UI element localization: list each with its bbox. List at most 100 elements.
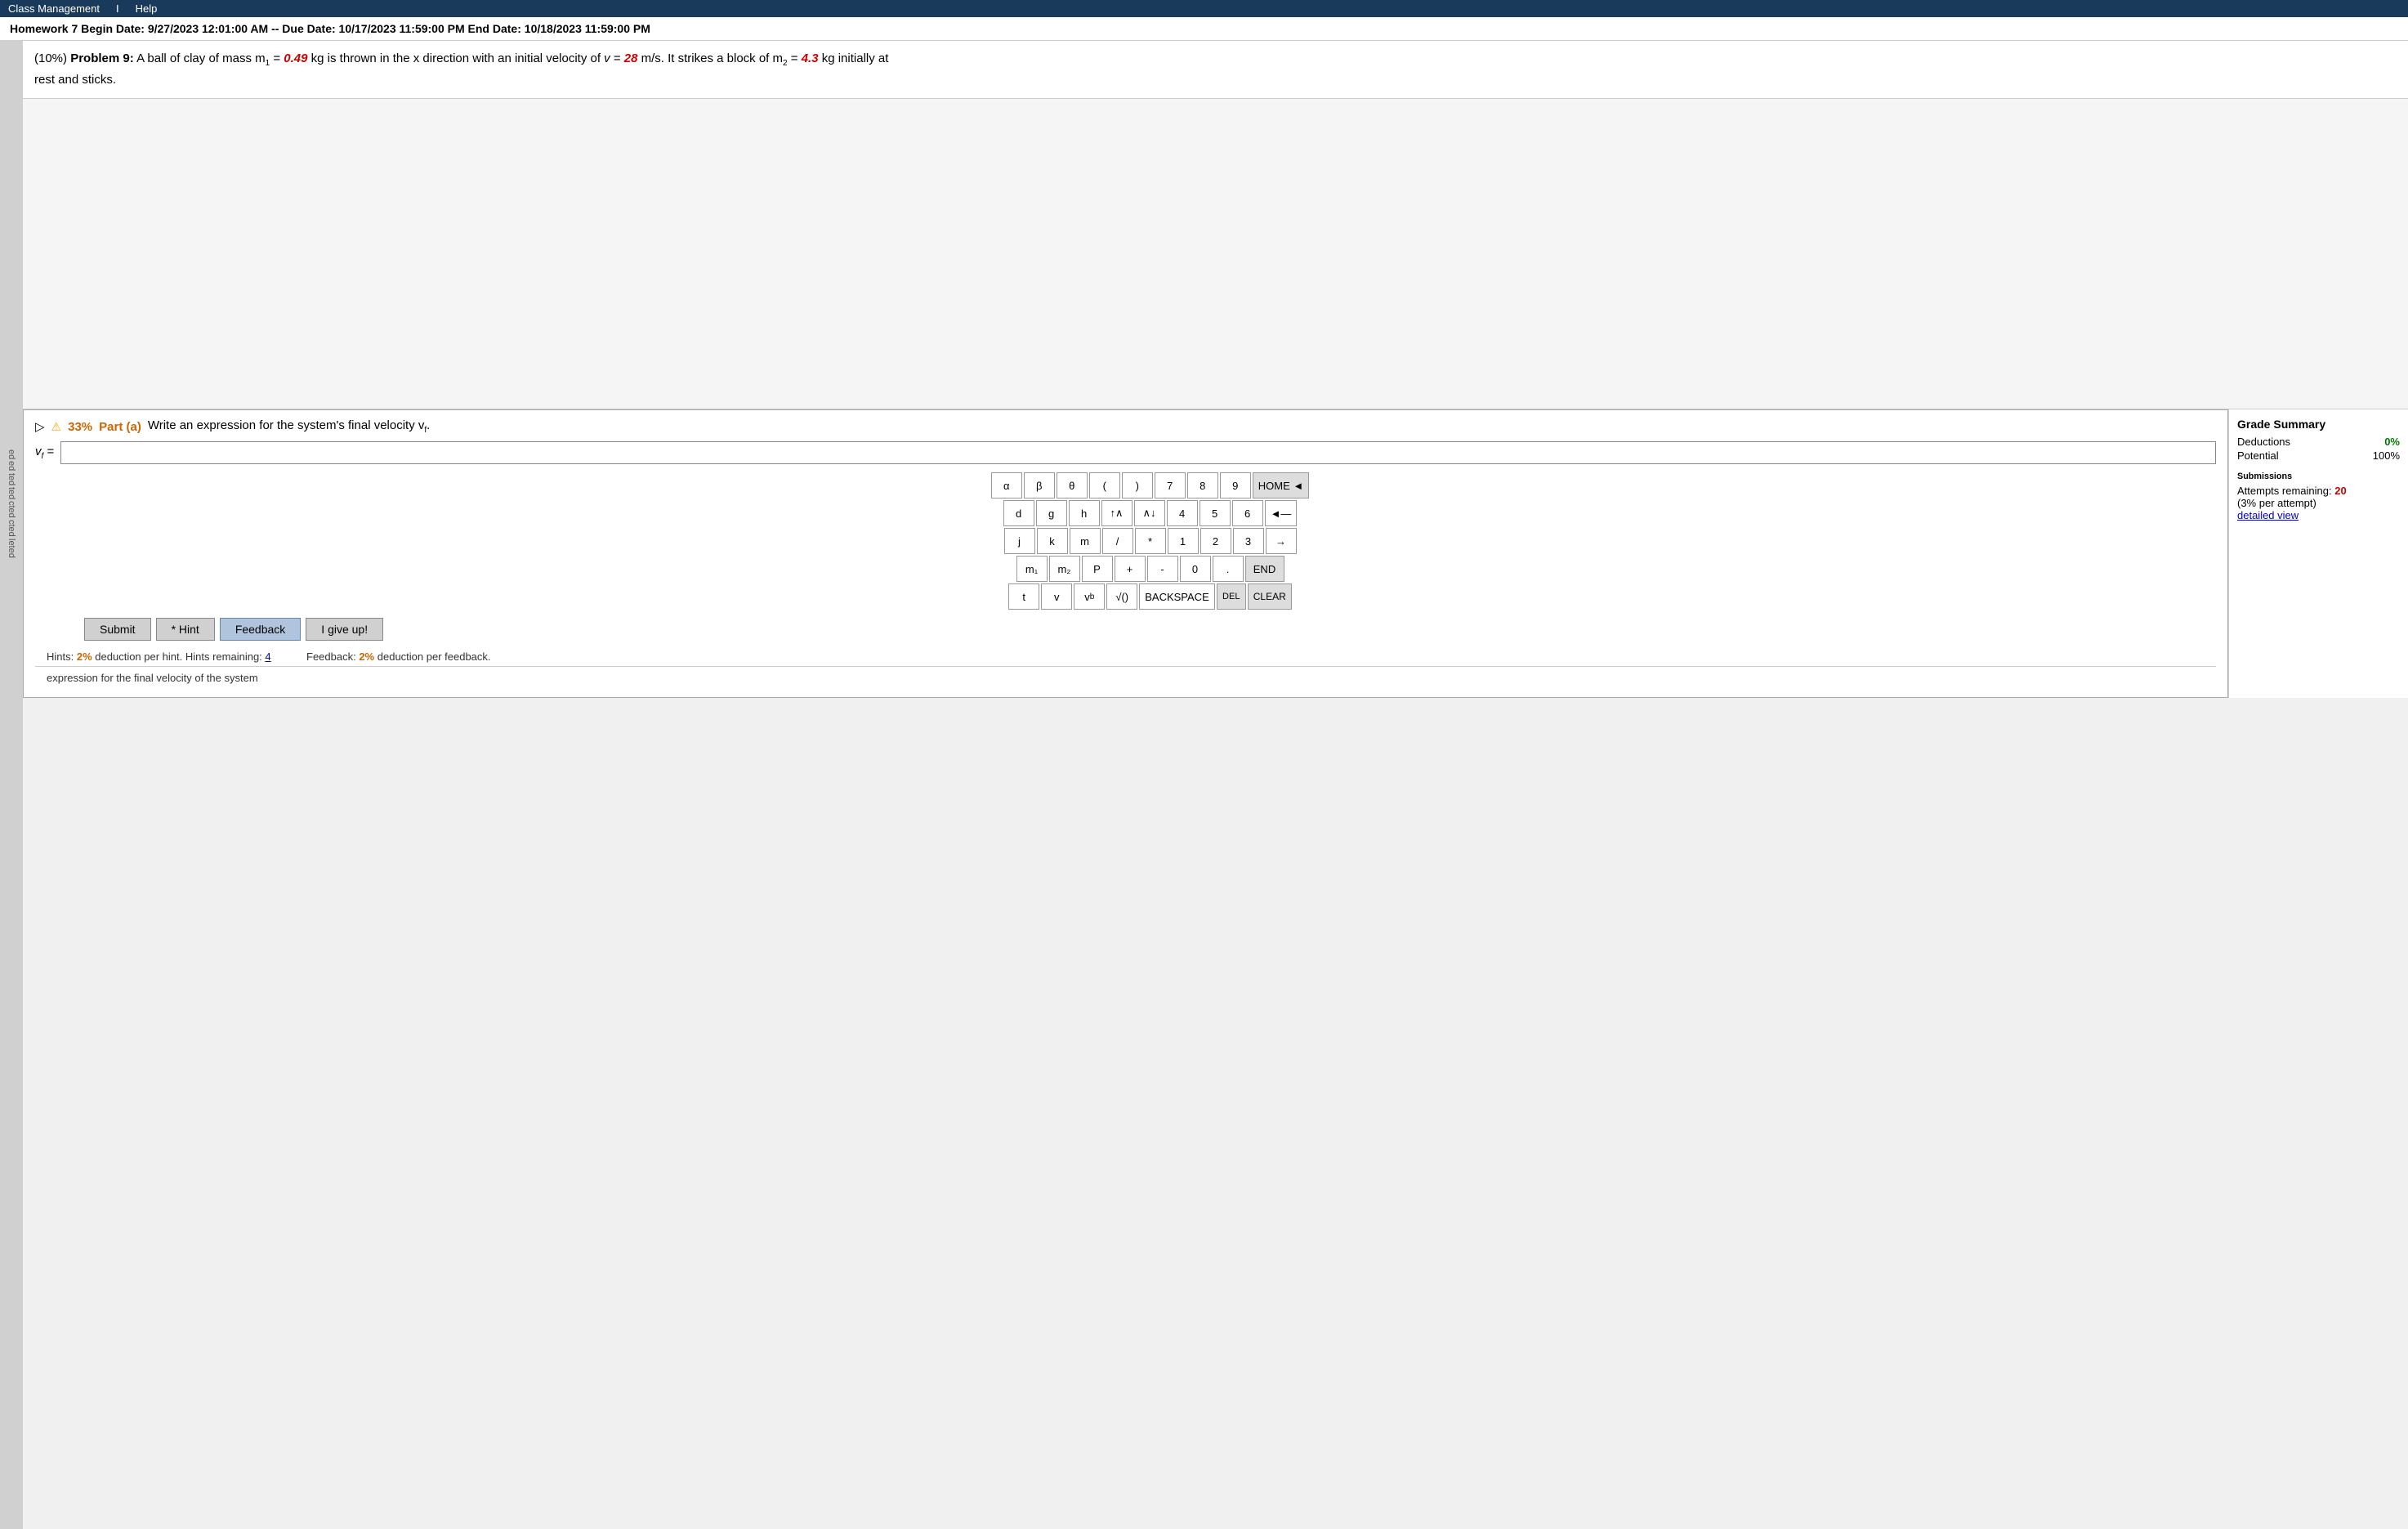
hints-row: Hints: 2% deduction per hint. Hints rema… xyxy=(35,647,2216,666)
key-4[interactable]: 4 xyxy=(1167,500,1198,526)
key-del[interactable]: DEL xyxy=(1217,583,1246,610)
key-end[interactable]: END xyxy=(1245,556,1284,582)
vf-label: vf = xyxy=(35,445,54,461)
problem-m2-value: 4.3 xyxy=(802,51,819,65)
feedback-button[interactable]: Feedback xyxy=(220,618,301,641)
submissions-section: Submissions Attempts remaining: 20 (3% p… xyxy=(2237,472,2400,521)
key-vb[interactable]: vb xyxy=(1074,583,1105,610)
bottom-note-text: expression for the final velocity of the… xyxy=(47,672,258,684)
key-1[interactable]: 1 xyxy=(1168,528,1199,554)
problem-m1-value: 0.49 xyxy=(284,51,307,65)
key-clear[interactable]: CLEAR xyxy=(1248,583,1292,610)
main-content-wrapper: ▷ ⚠ 33% Part (a) Write an expression for… xyxy=(23,409,2408,698)
due-date: 10/17/2023 11:59:00 PM xyxy=(339,22,465,35)
hints-label: Hints: xyxy=(47,650,74,663)
key-down-arrow[interactable]: ∧↓ xyxy=(1134,500,1165,526)
key-9[interactable]: 9 xyxy=(1220,472,1251,498)
warning-icon: ⚠ xyxy=(51,420,62,434)
key-j[interactable]: j xyxy=(1004,528,1035,554)
key-t[interactable]: t xyxy=(1008,583,1039,610)
answer-input[interactable] xyxy=(60,441,2216,464)
action-buttons-row: Submit * Hint Feedback I give up! xyxy=(84,618,2216,641)
sidebar-label-6: cted xyxy=(7,520,16,537)
problem-v-value: 28 xyxy=(624,51,638,65)
key-asterisk[interactable]: * xyxy=(1135,528,1166,554)
part-a-section: ▷ ⚠ 33% Part (a) Write an expression for… xyxy=(23,409,2228,698)
key-3[interactable]: 3 xyxy=(1233,528,1264,554)
key-v[interactable]: v xyxy=(1041,583,1072,610)
attempts-row: Attempts remaining: 20 xyxy=(2237,485,2400,497)
key-period[interactable]: . xyxy=(1213,556,1244,582)
detailed-view-row: detailed view xyxy=(2237,509,2400,521)
deductions-value: 0% xyxy=(2384,436,2400,448)
key-d[interactable]: d xyxy=(1003,500,1034,526)
key-m1[interactable]: m₁ xyxy=(1016,556,1048,582)
key-k[interactable]: k xyxy=(1037,528,1068,554)
give-up-button[interactable]: I give up! xyxy=(306,618,383,641)
separator: I xyxy=(116,2,119,15)
key-8[interactable]: 8 xyxy=(1187,472,1218,498)
key-h[interactable]: h xyxy=(1069,500,1100,526)
part-a-header: ▷ ⚠ 33% Part (a) Write an expression for… xyxy=(35,418,2216,435)
key-m[interactable]: m xyxy=(1070,528,1101,554)
hints-label-text: deduction per hint. Hints remaining: xyxy=(95,650,262,663)
hint-button[interactable]: * Hint xyxy=(156,618,215,641)
bottom-note: expression for the final velocity of the… xyxy=(35,666,2216,689)
submit-button[interactable]: Submit xyxy=(84,618,151,641)
deductions-row: Deductions 0% xyxy=(2237,436,2400,448)
key-right-arrow[interactable]: → xyxy=(1266,528,1297,554)
expand-icon[interactable]: ▷ xyxy=(35,419,45,434)
key-beta[interactable]: β xyxy=(1024,472,1055,498)
begin-label: Begin Date: xyxy=(81,22,145,35)
due-label: -- Due Date: xyxy=(271,22,336,35)
attempts-label: Attempts remaining: xyxy=(2237,485,2332,497)
key-theta[interactable]: θ xyxy=(1057,472,1088,498)
potential-row: Potential 100% xyxy=(2237,449,2400,462)
content-area: (10%) Problem 9: A ball of clay of mass … xyxy=(23,41,2408,1529)
key-P[interactable]: P xyxy=(1082,556,1113,582)
key-slash[interactable]: / xyxy=(1102,528,1133,554)
keyboard-row-4: m₁ m₂ P + - 0 . END xyxy=(1016,556,1284,582)
key-alpha[interactable]: α xyxy=(991,472,1022,498)
help-link[interactable]: Help xyxy=(136,2,158,15)
key-backspace[interactable]: BACKSPACE xyxy=(1139,583,1215,610)
hints-remaining[interactable]: 4 xyxy=(265,650,270,663)
key-back-arrow[interactable]: ◄— xyxy=(1265,500,1298,526)
keyboard-row-5: t v vb √() BACKSPACE DEL CLEAR xyxy=(1008,583,1292,610)
key-2[interactable]: 2 xyxy=(1200,528,1231,554)
per-attempt-row: (3% per attempt) xyxy=(2237,497,2400,509)
keyboard-area: α β θ ( ) 7 8 9 HOME ◄ d xyxy=(84,472,2216,610)
sidebar-label-7: leted xyxy=(7,539,16,558)
class-management-link[interactable]: Class Management xyxy=(8,2,100,15)
key-minus[interactable]: - xyxy=(1147,556,1178,582)
problem-rest: rest and sticks. xyxy=(34,73,116,87)
key-home[interactable]: HOME ◄ xyxy=(1253,472,1309,498)
end-label: End Date: xyxy=(468,22,521,35)
key-7[interactable]: 7 xyxy=(1155,472,1186,498)
homework-header: Homework 7 Begin Date: 9/27/2023 12:01:0… xyxy=(0,17,2408,41)
problem-text-after-m2: kg initially at xyxy=(822,51,889,65)
key-5[interactable]: 5 xyxy=(1200,500,1231,526)
key-plus[interactable]: + xyxy=(1115,556,1146,582)
problem-statement: (10%) Problem 9: A ball of clay of mass … xyxy=(23,41,2408,99)
feedback-text: deduction per feedback. xyxy=(378,650,491,663)
answer-row: vf = xyxy=(35,441,2216,464)
feedback-deduction: 2% xyxy=(359,650,374,663)
problem-area: ▷ ⚠ 33% Part (a) Write an expression for… xyxy=(23,409,2228,698)
potential-value: 100% xyxy=(2373,449,2400,462)
detailed-view-link[interactable]: detailed view xyxy=(2237,509,2299,521)
key-g[interactable]: g xyxy=(1036,500,1067,526)
keyboard-row-3: j k m / * 1 2 3 → xyxy=(1004,528,1297,554)
problem-number: Problem 9: xyxy=(70,51,134,65)
key-close-paren[interactable]: ) xyxy=(1122,472,1153,498)
feedback-label: Feedback: xyxy=(306,650,356,663)
key-sqrt[interactable]: √() xyxy=(1106,583,1137,610)
top-navigation-bar: Class Management I Help xyxy=(0,0,2408,17)
key-0[interactable]: 0 xyxy=(1180,556,1211,582)
attempts-value: 20 xyxy=(2334,485,2346,497)
end-date: 10/18/2023 11:59:00 PM xyxy=(525,22,650,35)
key-open-paren[interactable]: ( xyxy=(1089,472,1120,498)
key-6[interactable]: 6 xyxy=(1232,500,1263,526)
key-up-arrow[interactable]: ↑∧ xyxy=(1101,500,1133,526)
key-m2[interactable]: m₂ xyxy=(1049,556,1080,582)
